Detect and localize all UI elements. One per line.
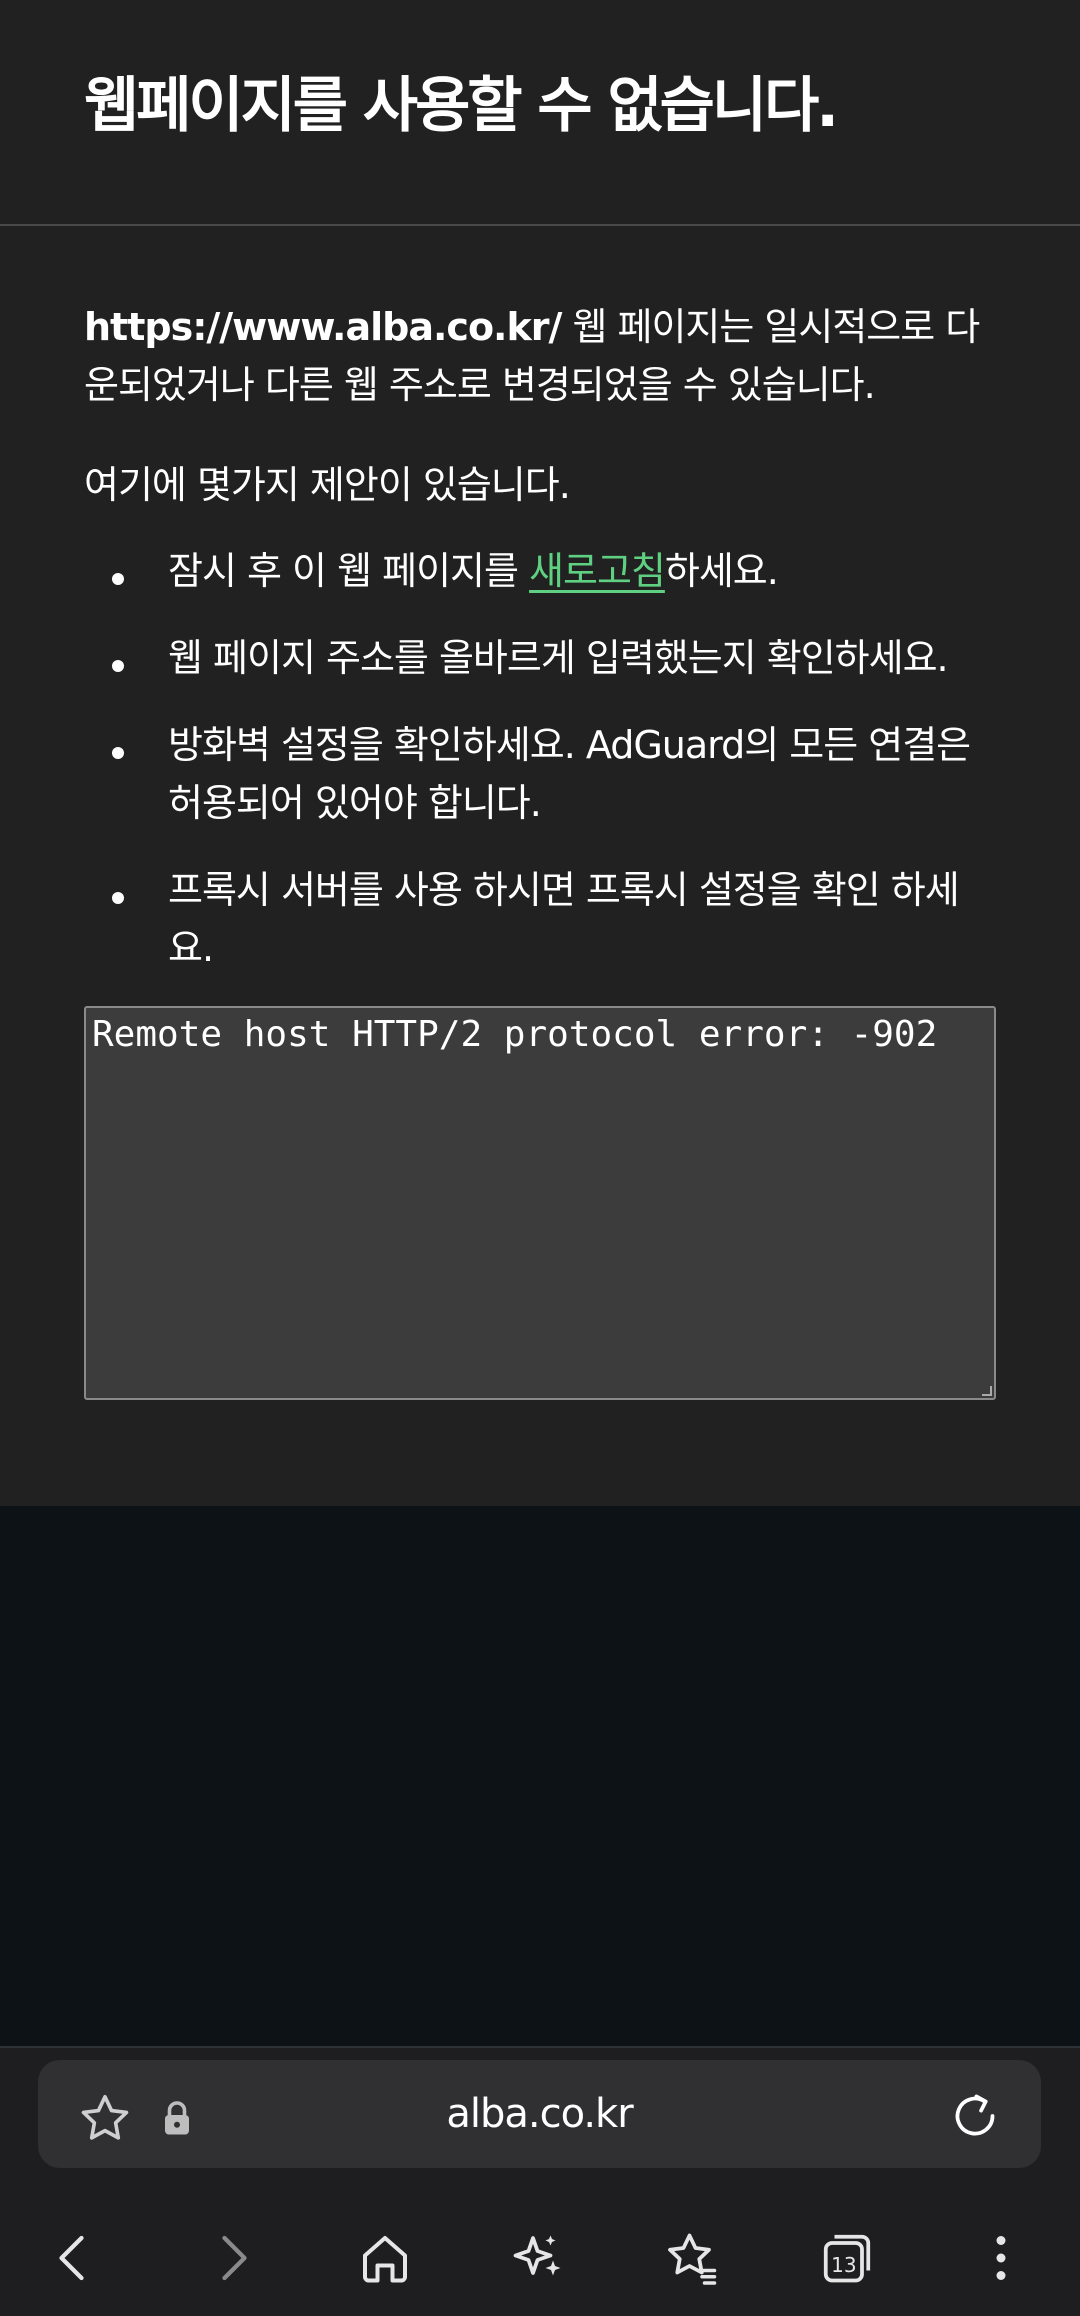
list-item: 웹 페이지 주소를 올바르게 입력했는지 확인하세요. (112, 629, 996, 687)
tab-count: 13 (831, 2253, 856, 2277)
list-item: 프록시 서버를 사용 하시면 프록시 설정을 확인 하세요. (112, 861, 996, 977)
tabs-icon[interactable]: 13 (807, 2218, 887, 2298)
suggestion-text-before: 잠시 후 이 웹 페이지를 (168, 549, 530, 593)
error-body: https://www.alba.co.kr/ 웹 페이지는 일시적으로 다운되… (0, 226, 1080, 1400)
error-header: 웹페이지를 사용할 수 없습니다. (0, 0, 1080, 226)
reload-icon[interactable] (947, 2088, 1003, 2144)
suggestions-list: 잠시 후 이 웹 페이지를 새로고침하세요. 웹 페이지 주소를 올바르게 입력… (84, 542, 996, 977)
suggestion-text: 웹 페이지 주소를 올바르게 입력했는지 확인하세요. (168, 636, 949, 680)
error-page: 웹페이지를 사용할 수 없습니다. https://www.alba.co.kr… (0, 0, 1080, 1506)
suggestions-heading: 여기에 몇가지 제안이 있습니다. (84, 463, 571, 507)
browser-toolbar: alba.co.kr 13 (0, 2048, 1080, 2316)
suggestion-text: 프록시 서버를 사용 하시면 프록시 설정을 확인 하세요. (168, 868, 960, 970)
url-text[interactable]: alba.co.kr (38, 2060, 1041, 2168)
back-icon[interactable] (34, 2218, 114, 2298)
error-description: https://www.alba.co.kr/ 웹 페이지는 일시적으로 다운되… (84, 298, 996, 414)
suggestion-text-after: 하세요. (664, 549, 779, 593)
refresh-link[interactable]: 새로고침 (529, 549, 666, 593)
suggestion-text: 방화벽 설정을 확인하세요. AdGuard의 모든 연결은 허용되어 있어야 … (168, 723, 971, 825)
sparkle-icon[interactable] (498, 2218, 578, 2298)
browser-page: 웹페이지를 사용할 수 없습니다. https://www.alba.co.kr… (0, 0, 1080, 2316)
address-bar[interactable]: alba.co.kr (38, 2060, 1041, 2168)
more-icon[interactable] (961, 2218, 1041, 2298)
error-detail-text: Remote host HTTP/2 protocol error: -902 (92, 1014, 938, 1055)
list-item: 잠시 후 이 웹 페이지를 새로고침하세요. (112, 542, 996, 600)
error-detail-textarea[interactable]: Remote host HTTP/2 protocol error: -902 (84, 1006, 996, 1400)
forward-icon[interactable] (192, 2218, 272, 2298)
page-title: 웹페이지를 사용할 수 없습니다. (84, 71, 839, 141)
navigation-bar: 13 (0, 2198, 1080, 2316)
home-icon[interactable] (345, 2218, 425, 2298)
list-item: 방화벽 설정을 확인하세요. AdGuard의 모든 연결은 허용되어 있어야 … (112, 716, 996, 832)
failed-url: https://www.alba.co.kr/ (84, 305, 562, 349)
resize-handle[interactable] (982, 1386, 992, 1396)
bookmarks-icon[interactable] (652, 2218, 732, 2298)
